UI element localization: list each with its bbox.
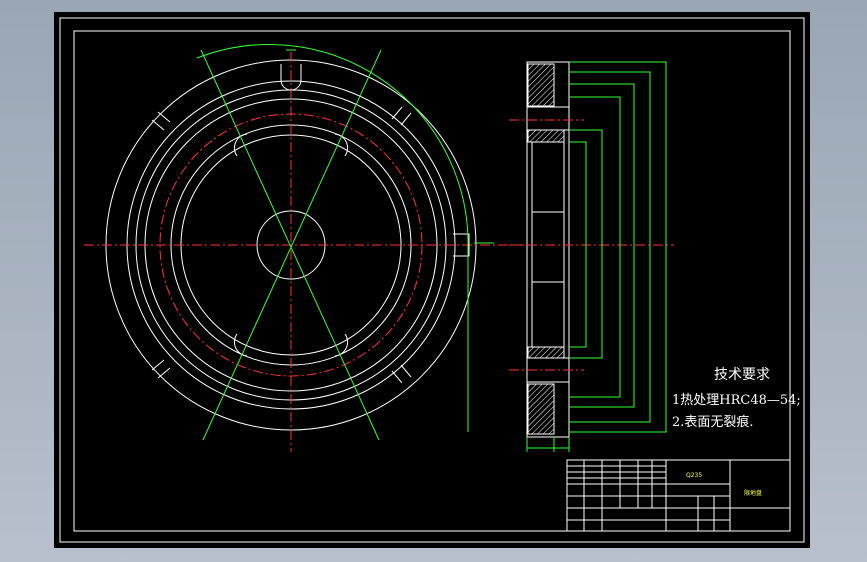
slot-lower-right bbox=[391, 364, 412, 384]
sheet-border-outer bbox=[59, 17, 805, 543]
dim-diagonal-1 bbox=[200, 49, 380, 441]
cad-viewport[interactable]: 技术要求 1热处理HRC48—54; 2.表面无裂痕. Q235 限地盘 bbox=[54, 12, 810, 548]
slot-upper-right bbox=[391, 106, 412, 126]
side-profile-outer bbox=[526, 61, 570, 438]
rim-slots bbox=[151, 64, 470, 384]
side-centerlines bbox=[509, 119, 674, 371]
cad-drawing-canvas[interactable] bbox=[54, 12, 810, 548]
side-bore bbox=[526, 129, 570, 359]
side-view bbox=[526, 61, 570, 438]
slot-lower-left bbox=[151, 359, 171, 379]
dim-arc bbox=[196, 44, 469, 249]
title-block bbox=[566, 459, 791, 532]
front-centerlines bbox=[84, 52, 524, 452]
slot-upper-left bbox=[151, 111, 171, 131]
